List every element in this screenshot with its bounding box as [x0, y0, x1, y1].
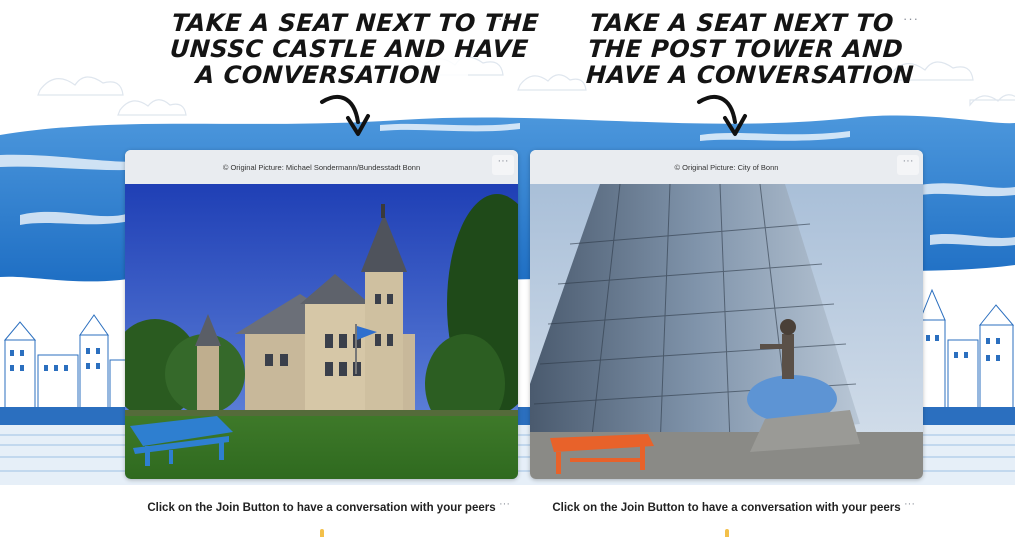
- card-header: © Original Picture: Michael Sondermann/B…: [125, 150, 518, 184]
- curved-arrow-icon: [697, 95, 747, 136]
- heading-left-menu-icon[interactable]: ···: [498, 12, 514, 25]
- heading-line: A CONVERSATION: [194, 61, 442, 89]
- ellipsis-icon[interactable]: ···: [904, 498, 915, 510]
- castle-card[interactable]: © Original Picture: Michael Sondermann/B…: [125, 150, 518, 479]
- post-tower-image[interactable]: [530, 184, 923, 479]
- castle-image[interactable]: [125, 184, 518, 479]
- heading-line: TAKE A SEAT NEXT TO: [588, 9, 895, 37]
- castle-photo: [125, 184, 518, 479]
- ellipsis-icon[interactable]: ···: [492, 155, 514, 175]
- card-header: © Original Picture: City of Bonn ···: [530, 150, 923, 184]
- join-instruction: Click on the Join Button to have a conve…: [147, 502, 496, 514]
- image-credit: © Original Picture: Michael Sondermann/B…: [222, 163, 421, 172]
- post-tower-photo: [530, 184, 923, 479]
- join-info-panel-right: Click on the Join Button to have a conve…: [530, 492, 923, 537]
- ellipsis-icon[interactable]: ···: [897, 155, 919, 175]
- heading-castle: TAKE A SEAT NEXT TO THE UNSSC CASTLE AND…: [167, 9, 541, 89]
- curved-arrow-icon: [320, 95, 370, 136]
- heading-line: TAKE A SEAT NEXT TO THE: [170, 9, 541, 37]
- heading-right-menu-icon[interactable]: ···: [903, 12, 919, 25]
- hand-icon: [725, 529, 729, 537]
- join-info-panel-left: Click on the Join Button to have a conve…: [125, 492, 518, 537]
- post-tower-card[interactable]: © Original Picture: City of Bonn ···: [530, 150, 923, 479]
- heading-post-tower: TAKE A SEAT NEXT TO THE POST TOWER AND H…: [585, 9, 915, 89]
- hand-icon: [320, 529, 324, 537]
- heading-line: HAVE A CONVERSATION: [585, 61, 915, 89]
- heading-line: THE POST TOWER AND: [587, 35, 905, 63]
- ellipsis-icon[interactable]: ···: [499, 498, 510, 510]
- image-credit: © Original Picture: City of Bonn: [674, 163, 779, 172]
- heading-line: UNSSC CASTLE AND HAVE: [169, 35, 530, 63]
- join-instruction: Click on the Join Button to have a conve…: [552, 502, 901, 514]
